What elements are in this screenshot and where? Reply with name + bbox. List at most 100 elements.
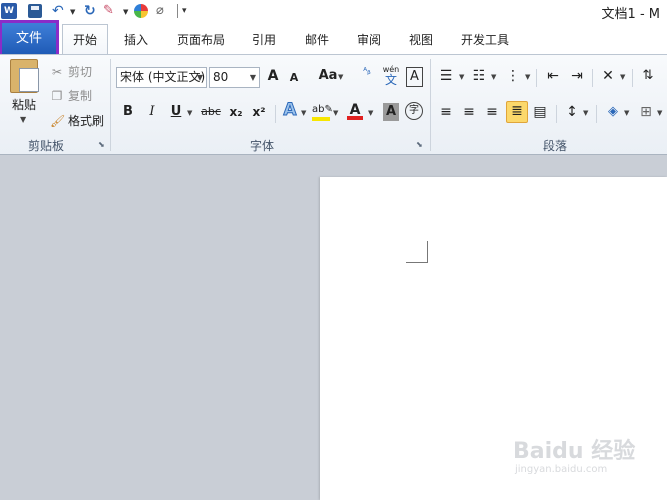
button-separator xyxy=(632,69,633,87)
superscript-button[interactable]: x² xyxy=(250,103,268,121)
brush-dropdown-icon[interactable]: ▼ xyxy=(123,8,128,16)
multilevel-dropdown-icon[interactable]: ▼ xyxy=(525,73,530,81)
text-effects-dropdown-icon[interactable]: ▼ xyxy=(301,109,306,117)
clipboard-launcher-icon[interactable]: ⬊ xyxy=(98,140,105,149)
chevron-down-icon: ▼ xyxy=(249,73,256,82)
line-spacing-icon[interactable]: ↕ xyxy=(564,103,580,121)
chinese-layout-dropdown-icon[interactable]: ▼ xyxy=(620,73,625,81)
sort-icon[interactable]: ⇅ xyxy=(639,67,657,85)
tab-developer[interactable]: 开发工具 xyxy=(461,31,509,48)
word-app-icon[interactable]: W xyxy=(1,3,17,19)
increase-indent-icon[interactable]: ⇥ xyxy=(569,67,585,85)
group-separator xyxy=(430,59,431,151)
font-group-label: 字体 xyxy=(250,139,275,153)
quick-access-toolbar: W ↶ ▼ ↻ ✎ ▼ ⌀ ▾ 文档1 - M xyxy=(0,0,667,22)
button-separator xyxy=(536,69,537,87)
clear-formatting-button[interactable]: ᴬᵦ xyxy=(358,67,376,77)
tab-references[interactable]: 引用 xyxy=(252,31,276,48)
format-brush-icon[interactable]: ✎ xyxy=(103,3,121,19)
eraser-icon: ᴬᵦ xyxy=(363,67,371,77)
tab-review[interactable]: 审阅 xyxy=(357,31,381,48)
copy-label: 复制 xyxy=(68,89,93,103)
character-border-button[interactable]: A xyxy=(406,67,423,87)
chevron-down-icon: ▼ xyxy=(196,73,203,82)
copy-icon: ❐ xyxy=(51,89,63,103)
font-size-select[interactable]: 80 ▼ xyxy=(209,67,260,88)
paste-button[interactable]: 粘贴 xyxy=(12,96,36,113)
multilevel-list-icon[interactable]: ⋮ xyxy=(505,67,521,85)
paragraph-group-label: 段落 xyxy=(543,139,568,153)
format-painter-icon: 🖌 xyxy=(50,114,66,128)
bullets-dropdown-icon[interactable]: ▼ xyxy=(459,73,464,81)
scissors-icon: ✂ xyxy=(51,65,63,79)
font-name-value: 宋体 (中文正文) xyxy=(120,70,206,84)
watermark-logo: Baidu 经验 xyxy=(513,439,636,464)
format-painter-button[interactable]: 🖌 格式刷 xyxy=(50,112,104,129)
undo-dropdown-icon[interactable]: ▼ xyxy=(70,8,75,16)
customize-toolbar-icon[interactable]: ▾ xyxy=(182,3,192,19)
highlight-dropdown-icon[interactable]: ▼ xyxy=(333,109,338,117)
enclose-characters-button[interactable]: 字 xyxy=(405,102,423,120)
text-effects-button[interactable]: A xyxy=(281,101,299,120)
paste-dropdown-icon[interactable]: ▼ xyxy=(20,115,26,124)
tab-view[interactable]: 视图 xyxy=(409,31,433,48)
underline-dropdown-icon[interactable]: ▼ xyxy=(187,109,192,117)
align-right-icon[interactable]: ≡ xyxy=(484,103,500,121)
save-icon[interactable] xyxy=(28,4,42,18)
highlighter-icon: ab✎ xyxy=(312,104,333,115)
paste-icon[interactable] xyxy=(10,59,39,93)
font-color-button[interactable]: A xyxy=(347,101,363,120)
justify-icon[interactable]: ≣ xyxy=(506,101,528,123)
bold-button[interactable]: B xyxy=(121,103,135,121)
font-launcher-icon[interactable]: ⬊ xyxy=(416,140,423,149)
distributed-align-icon[interactable]: ▤ xyxy=(532,103,548,121)
change-case-dropdown-icon[interactable]: ▼ xyxy=(338,73,343,81)
color-wheel-icon[interactable] xyxy=(134,4,148,18)
font-size-value: 80 xyxy=(213,70,229,84)
borders-icon[interactable]: ⊞ xyxy=(638,103,654,121)
font-color-dropdown-icon[interactable]: ▼ xyxy=(368,109,373,117)
numbering-icon[interactable]: ☷ xyxy=(471,67,487,85)
highlight-color-bar xyxy=(312,117,330,121)
phonetic-guide-button[interactable]: wén 文 xyxy=(381,65,401,86)
subscript-button[interactable]: x₂ xyxy=(227,103,245,121)
tab-home[interactable]: 开始 xyxy=(62,24,109,54)
grow-font-button[interactable]: A xyxy=(266,67,280,85)
button-separator xyxy=(596,105,597,123)
align-center-icon[interactable]: ≡ xyxy=(461,103,477,121)
shading-dropdown-icon[interactable]: ▼ xyxy=(624,109,629,117)
borders-dropdown-icon[interactable]: ▼ xyxy=(657,109,662,117)
change-case-button[interactable]: Aa xyxy=(318,67,338,85)
decrease-indent-icon[interactable]: ⇤ xyxy=(545,67,561,85)
redo-icon[interactable]: ↻ xyxy=(84,3,98,19)
highlight-button[interactable]: ab✎ xyxy=(312,101,333,121)
shading-bucket-icon[interactable]: ◈ xyxy=(604,103,622,121)
tab-mailings[interactable]: 邮件 xyxy=(305,31,329,48)
button-separator xyxy=(556,105,557,123)
undo-icon[interactable]: ↶ xyxy=(52,3,66,19)
margin-corner-mark xyxy=(406,241,428,263)
italic-button[interactable]: I xyxy=(145,103,159,121)
clear-format-icon[interactable]: ⌀ xyxy=(156,3,172,19)
align-left-icon[interactable]: ≡ xyxy=(438,103,454,121)
tab-file[interactable]: 文件 xyxy=(0,20,59,57)
underline-button[interactable]: U xyxy=(169,103,183,121)
bullets-icon[interactable]: ☰ xyxy=(438,67,454,85)
button-separator xyxy=(275,105,276,123)
cut-button[interactable]: ✂ 剪切 xyxy=(50,63,92,80)
cut-label: 剪切 xyxy=(68,65,93,79)
shrink-font-button[interactable]: A xyxy=(288,69,300,87)
chinese-layout-icon[interactable]: ✕ xyxy=(599,67,617,85)
clipboard-group-label: 剪贴板 xyxy=(28,139,65,153)
copy-button[interactable]: ❐ 复制 xyxy=(50,87,92,104)
numbering-dropdown-icon[interactable]: ▼ xyxy=(491,73,496,81)
tab-page-layout[interactable]: 页面布局 xyxy=(177,31,225,48)
character-shading-button[interactable]: A xyxy=(383,103,399,121)
toolbar-separator xyxy=(177,4,178,18)
font-name-select[interactable]: 宋体 (中文正文) ▼ xyxy=(116,67,207,88)
strikethrough-button[interactable]: abc xyxy=(200,103,222,121)
watermark-url: jingyan.baidu.com xyxy=(515,464,608,475)
line-spacing-dropdown-icon[interactable]: ▼ xyxy=(583,109,588,117)
tab-insert[interactable]: 插入 xyxy=(124,31,148,48)
font-color-letter: A xyxy=(349,102,361,118)
